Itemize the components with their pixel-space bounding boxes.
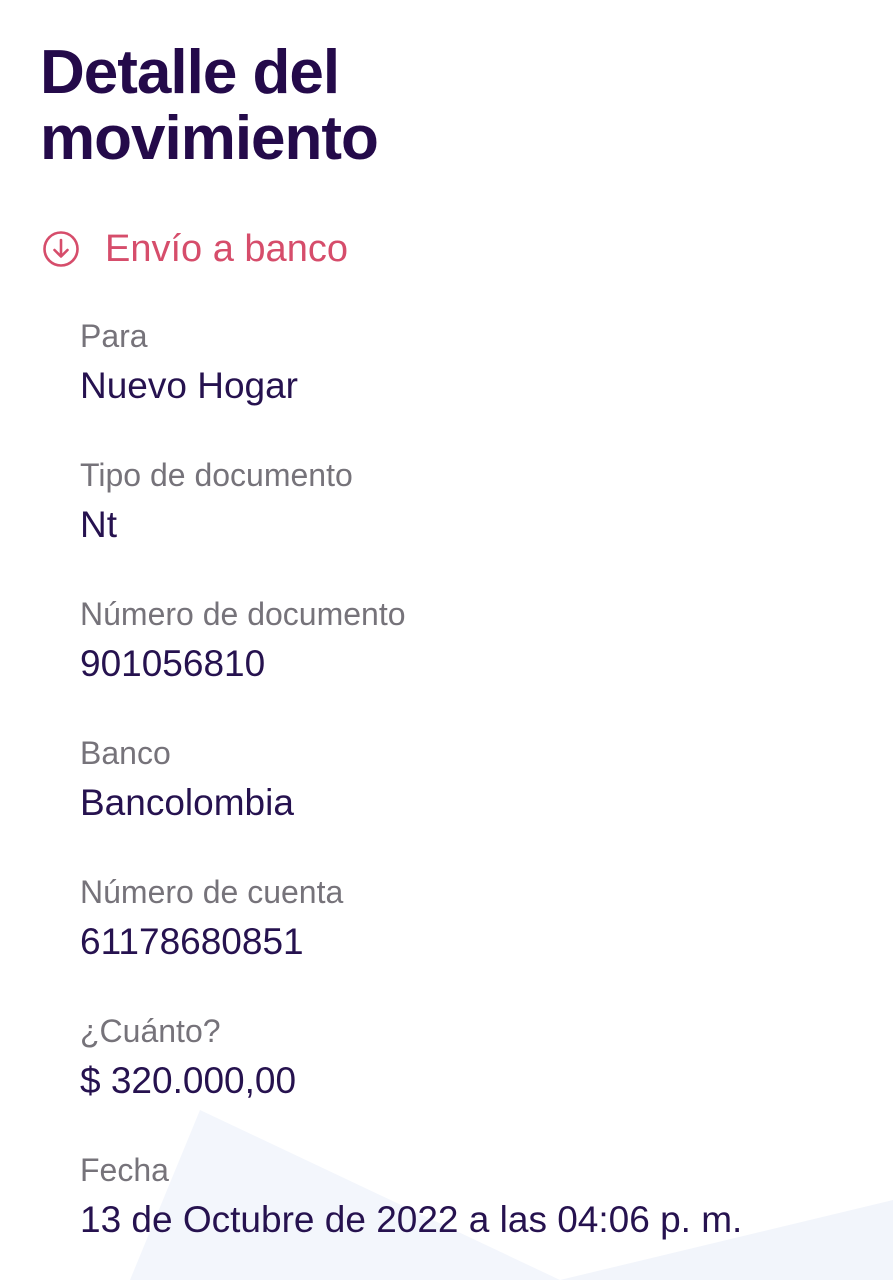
field-label: Banco: [80, 735, 171, 771]
field-document-number: Número de documento 901056810: [80, 592, 870, 731]
field-label: Número de documento: [80, 596, 406, 632]
field-label: ¿Cuánto?: [80, 1013, 221, 1049]
page-title: Detalle del movimiento: [40, 38, 379, 173]
page-title-line-1: Detalle del: [40, 38, 340, 107]
field-value: $ 320.000,00: [80, 1060, 297, 1101]
movement-type: Envío a banco: [42, 222, 348, 276]
field-value: 901056810: [80, 643, 266, 684]
field-value: Nuevo Hogar: [80, 365, 299, 406]
arrow-down-circle-icon: [42, 230, 80, 268]
page-title-line-2: movimiento: [40, 104, 379, 173]
field-label: Para: [80, 318, 148, 354]
field-date: Fecha 13 de Octubre de 2022 a las 04:06 …: [80, 1148, 870, 1287]
field-account-number: Número de cuenta 61178680851: [80, 870, 870, 1009]
field-label: Fecha: [80, 1152, 169, 1188]
field-bank: Banco Bancolombia: [80, 731, 870, 870]
field-document-type: Tipo de documento Nt: [80, 453, 870, 592]
detail-fields: Para Nuevo Hogar Tipo de documento Nt Nú…: [80, 314, 870, 1287]
field-value: 13 de Octubre de 2022 a las 04:06 p. m.: [80, 1199, 743, 1240]
field-value: 61178680851: [80, 921, 304, 962]
movement-type-label: Envío a banco: [105, 227, 348, 270]
field-value: Bancolombia: [80, 782, 294, 823]
field-amount: ¿Cuánto? $ 320.000,00: [80, 1009, 870, 1148]
field-label: Número de cuenta: [80, 874, 344, 910]
field-label: Tipo de documento: [80, 457, 353, 493]
field-recipient: Para Nuevo Hogar: [80, 314, 870, 453]
field-value: Nt: [80, 504, 117, 545]
